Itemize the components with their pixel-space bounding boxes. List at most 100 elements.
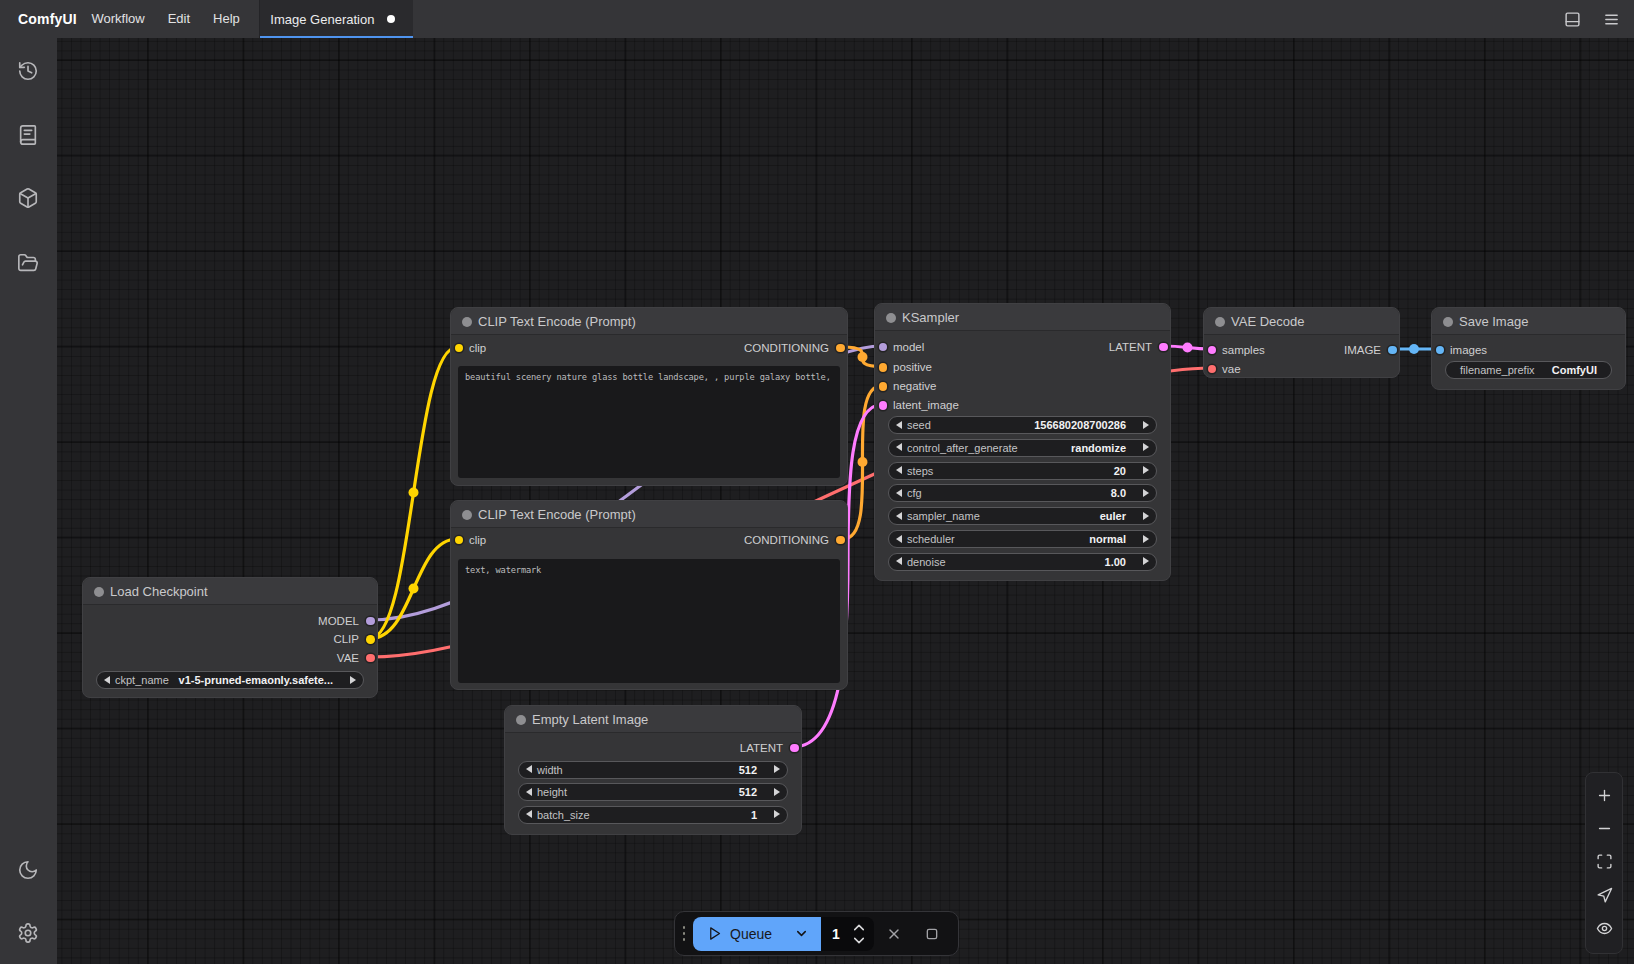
node-load-checkpoint[interactable]: Load CheckpointMODELCLIPVAEckpt_namev1-5… [82, 577, 378, 698]
output-port-dot-LATENT[interactable] [790, 744, 799, 753]
input-port-dot-positive[interactable] [879, 363, 888, 372]
node-header-load-checkpoint[interactable]: Load Checkpoint [83, 578, 377, 605]
bottom-panel-icon[interactable] [1564, 11, 1581, 28]
widget-filename_prefix[interactable]: filename_prefixComfyUI [1445, 361, 1612, 379]
menu-edit[interactable]: Edit [156, 0, 201, 38]
output-port-dot-CONDITIONING[interactable] [836, 344, 845, 353]
settings-gear-icon[interactable] [17, 922, 39, 944]
link-midpoint-dot-positive-conditioning[interactable] [858, 352, 868, 362]
output-port-dot-LATENT[interactable] [1159, 343, 1168, 352]
fit-view-icon[interactable] [1596, 853, 1613, 870]
decrement-arrow-icon[interactable] [104, 676, 110, 684]
decrement-arrow-icon[interactable] [896, 421, 902, 429]
link-midpoint-dot-latent-to-vae-decode[interactable] [1183, 343, 1193, 353]
count-down-icon[interactable] [853, 936, 865, 945]
node-header-empty-latent-image[interactable]: Empty Latent Image [505, 706, 801, 733]
widget-steps[interactable]: steps20 [888, 462, 1157, 480]
node-save-image[interactable]: Save Imageimagesfilename_prefixComfyUI [1431, 307, 1626, 390]
output-port-dot-VAE[interactable] [366, 654, 375, 663]
widget-scheduler[interactable]: schedulernormal [888, 530, 1157, 548]
output-port-dot-CLIP[interactable] [366, 635, 375, 644]
widget-cfg[interactable]: cfg8.0 [888, 484, 1157, 502]
decrement-arrow-icon[interactable] [896, 557, 902, 565]
decrement-arrow-icon[interactable] [896, 512, 902, 520]
drag-handle-icon[interactable] [675, 926, 693, 941]
node-clip-text-encode-positive[interactable]: CLIP Text Encode (Prompt)clipCONDITIONIN… [450, 307, 848, 486]
widget-sampler_name[interactable]: sampler_nameeuler [888, 507, 1157, 525]
widget-seed[interactable]: seed156680208700286 [888, 416, 1157, 434]
zoom-in-icon[interactable] [1596, 787, 1613, 804]
decrement-arrow-icon[interactable] [526, 810, 532, 818]
node-header-save-image[interactable]: Save Image [1432, 308, 1625, 335]
node-vae-decode[interactable]: VAE DecodesamplesvaeIMAGE [1203, 307, 1400, 378]
input-port-dot-images[interactable] [1436, 346, 1445, 355]
collapse-dot-icon[interactable] [516, 715, 526, 725]
graph-canvas[interactable]: Load CheckpointMODELCLIPVAEckpt_namev1-5… [57, 38, 1634, 964]
model-library-icon[interactable] [17, 187, 39, 209]
menu-workflow[interactable]: Workflow [80, 0, 156, 38]
output-port-dot-IMAGE[interactable] [1388, 346, 1397, 355]
tab-image-generation[interactable]: Image Generation [260, 0, 413, 38]
node-clip-text-encode-negative[interactable]: CLIP Text Encode (Prompt)clipCONDITIONIN… [450, 500, 848, 690]
clear-queue-button[interactable] [874, 917, 914, 951]
menu-help[interactable]: Help [202, 0, 252, 38]
node-empty-latent-image[interactable]: Empty Latent ImageLATENTwidth512height51… [504, 705, 802, 835]
collapse-dot-icon[interactable] [462, 317, 472, 327]
select-mode-icon[interactable] [1596, 887, 1613, 904]
batch-count-input[interactable]: 1 [821, 917, 874, 951]
widget-ckpt_name[interactable]: ckpt_namev1-5-pruned-emaonly.safete... [96, 671, 364, 689]
collapse-dot-icon[interactable] [886, 313, 896, 323]
interrupt-button[interactable] [914, 917, 950, 951]
decrement-arrow-icon[interactable] [526, 765, 532, 773]
increment-arrow-icon[interactable] [1143, 421, 1149, 429]
node-ksampler[interactable]: KSamplermodelpositivenegativelatent_imag… [874, 303, 1171, 581]
widget-height[interactable]: height512 [518, 783, 788, 801]
link-midpoint-dot-clip-to-negative-prompt[interactable] [409, 584, 419, 594]
widget-width[interactable]: width512 [518, 761, 788, 779]
prompt-textarea[interactable]: beautiful scenery nature glass bottle la… [458, 366, 840, 478]
toggle-links-eye-icon[interactable] [1596, 920, 1613, 937]
zoom-out-icon[interactable] [1596, 820, 1613, 837]
increment-arrow-icon[interactable] [1143, 557, 1149, 565]
collapse-dot-icon[interactable] [1215, 317, 1225, 327]
decrement-arrow-icon[interactable] [896, 535, 902, 543]
decrement-arrow-icon[interactable] [526, 788, 532, 796]
queue-button[interactable]: Queue [693, 917, 821, 951]
increment-arrow-icon[interactable] [774, 765, 780, 773]
node-header-clip-text-encode-negative[interactable]: CLIP Text Encode (Prompt) [451, 501, 847, 528]
input-port-dot-vae[interactable] [1208, 365, 1217, 374]
collapse-dot-icon[interactable] [94, 587, 104, 597]
node-header-vae-decode[interactable]: VAE Decode [1204, 308, 1399, 335]
decrement-arrow-icon[interactable] [896, 489, 902, 497]
widget-batch_size[interactable]: batch_size1 [518, 806, 788, 824]
increment-arrow-icon[interactable] [1143, 443, 1149, 451]
link-midpoint-dot-image-to-save-image[interactable] [1409, 344, 1419, 354]
count-up-icon[interactable] [853, 923, 865, 932]
increment-arrow-icon[interactable] [350, 676, 356, 684]
node-header-clip-text-encode-positive[interactable]: CLIP Text Encode (Prompt) [451, 308, 847, 335]
output-port-dot-MODEL[interactable] [366, 617, 375, 626]
widget-control_after_generate[interactable]: control_after_generaterandomize [888, 439, 1157, 457]
link-midpoint-dot-negative-conditioning[interactable] [858, 457, 868, 467]
theme-toggle-moon-icon[interactable] [17, 859, 39, 881]
main-menu-icon[interactable] [1603, 11, 1620, 28]
link-midpoint-dot-clip-to-positive-prompt[interactable] [409, 488, 419, 498]
decrement-arrow-icon[interactable] [896, 443, 902, 451]
collapse-dot-icon[interactable] [1443, 317, 1453, 327]
input-port-dot-latent_image[interactable] [879, 401, 888, 410]
widget-denoise[interactable]: denoise1.00 [888, 553, 1157, 571]
workflow-history-icon[interactable] [17, 60, 39, 82]
collapse-dot-icon[interactable] [462, 510, 472, 520]
workflows-folder-icon[interactable] [17, 252, 39, 274]
input-port-dot-negative[interactable] [879, 382, 888, 391]
increment-arrow-icon[interactable] [774, 810, 780, 818]
decrement-arrow-icon[interactable] [896, 466, 902, 474]
node-library-icon[interactable] [17, 124, 39, 146]
increment-arrow-icon[interactable] [774, 788, 780, 796]
increment-arrow-icon[interactable] [1143, 512, 1149, 520]
node-header-ksampler[interactable]: KSampler [875, 304, 1170, 331]
output-port-dot-CONDITIONING[interactable] [836, 536, 845, 545]
increment-arrow-icon[interactable] [1143, 466, 1149, 474]
increment-arrow-icon[interactable] [1143, 489, 1149, 497]
increment-arrow-icon[interactable] [1143, 535, 1149, 543]
